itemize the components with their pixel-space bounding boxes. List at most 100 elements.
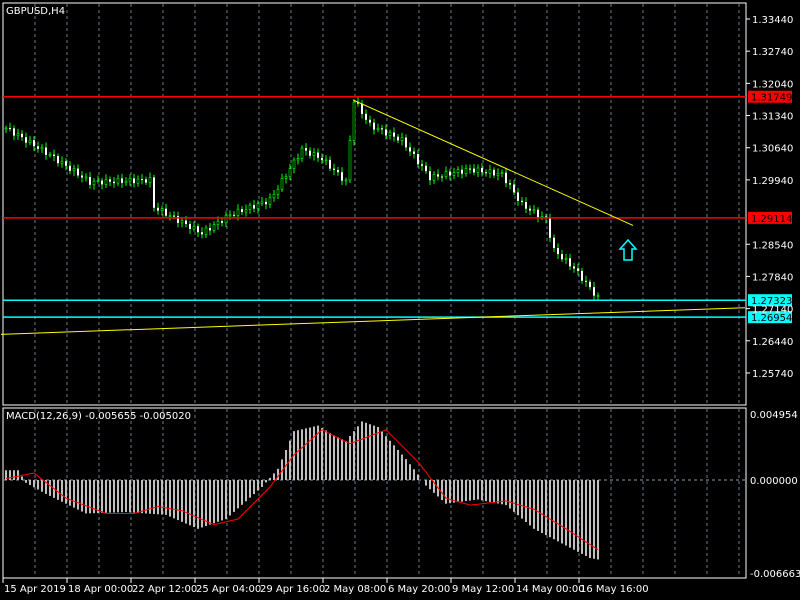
candle-body — [393, 132, 395, 137]
candle-body — [441, 176, 443, 178]
candle-body — [153, 177, 155, 208]
candle-body — [464, 168, 468, 175]
candle-body — [385, 129, 387, 136]
candle-body — [113, 181, 115, 184]
candle-body — [224, 215, 228, 224]
candle-body — [397, 136, 399, 141]
candle-body — [305, 148, 307, 151]
candle-body — [212, 224, 216, 231]
price-pane — [0, 95, 746, 335]
candle-body — [9, 127, 11, 129]
candle-body — [469, 168, 471, 170]
time-tick-label: 22 Apr 12:00 — [132, 584, 197, 595]
candle-body — [121, 178, 123, 183]
candle-body — [432, 174, 436, 181]
candle-body — [589, 281, 591, 288]
up-arrow-icon — [618, 238, 638, 261]
candle-body — [81, 175, 83, 178]
grid — [4, 4, 745, 577]
candle-body — [77, 168, 79, 176]
candle-body — [373, 122, 375, 130]
candle-body — [65, 161, 67, 166]
candle-body — [329, 159, 331, 169]
candle-body — [500, 172, 504, 174]
chart-window[interactable]: 1.31749 1.29114 1.27323 1.26954 1.33440 1.327… — [0, 0, 800, 600]
candle-body — [136, 178, 140, 184]
candle-body — [525, 202, 527, 209]
time-tick-label: 15 Apr 2019 — [4, 584, 66, 595]
candle-body — [337, 169, 339, 173]
candle-body — [333, 168, 335, 170]
candle-body — [204, 227, 208, 235]
candle-body — [361, 103, 363, 114]
candle-body — [72, 168, 76, 172]
main-pane-border — [2, 2, 747, 406]
candle-body — [260, 201, 264, 204]
time-tick-label: 29 Apr 16:00 — [260, 584, 325, 595]
candle-body — [104, 179, 108, 185]
candle-body — [201, 232, 203, 235]
candle-body — [569, 258, 571, 267]
candle-body — [296, 158, 300, 161]
candle-body — [532, 209, 536, 212]
price-tick-label: 1.31340 — [752, 112, 793, 123]
candle-body — [216, 220, 220, 226]
candle-body — [192, 225, 196, 230]
macd-pane — [5, 421, 599, 560]
candle-body — [561, 254, 563, 260]
candle-body — [145, 179, 147, 183]
price-tick-label: 1.29940 — [752, 176, 793, 187]
candle-body — [581, 270, 583, 281]
candle-body — [505, 172, 507, 184]
candle-body — [537, 209, 539, 218]
candle-body — [405, 137, 407, 148]
candle-body — [476, 167, 480, 173]
price-tick-label: 1.27840 — [752, 272, 793, 283]
candle-body — [89, 176, 91, 185]
candle-body — [124, 180, 128, 184]
candle-body — [128, 178, 132, 182]
candle-body — [577, 268, 579, 271]
candle-body — [444, 171, 448, 178]
candle-body — [300, 147, 304, 159]
candle-body — [209, 227, 211, 231]
candle-body — [173, 215, 175, 217]
macd-tick-label: -0.006663 — [750, 569, 800, 580]
candle-body — [496, 173, 500, 176]
candle-body — [341, 172, 343, 181]
candle-body — [425, 165, 427, 172]
candle-body — [321, 157, 323, 161]
chart-canvas[interactable]: 1.317491.291141.273231.269541.334401.327… — [0, 0, 800, 600]
candle-body — [549, 218, 551, 238]
candle-body — [228, 214, 232, 217]
candle-body — [557, 248, 559, 255]
candle-body — [92, 180, 96, 186]
candle-body — [452, 172, 456, 176]
candle-body — [400, 137, 404, 141]
candle-body — [553, 237, 555, 249]
candle-body — [241, 209, 243, 213]
price-tick-label: 1.27140 — [752, 305, 793, 316]
candle-body — [276, 188, 280, 195]
candle-body — [529, 208, 531, 211]
price-tick-label: 1.33440 — [752, 15, 793, 26]
price-tick-label: 1.32740 — [752, 47, 793, 58]
candle-body — [60, 160, 64, 164]
candle-body — [221, 221, 223, 223]
candle-body — [177, 215, 179, 223]
candle-body — [53, 154, 55, 157]
candle-body — [101, 180, 103, 185]
candle-body — [513, 184, 515, 193]
candle-body — [521, 200, 523, 203]
candle-body — [157, 207, 159, 211]
candle-body — [481, 167, 483, 173]
candle-body — [16, 133, 20, 136]
time-tick-label: 16 May 16:00 — [580, 584, 649, 595]
price-tick-label: 1.28540 — [752, 240, 793, 251]
candle-body — [69, 165, 71, 171]
candle-body — [288, 168, 292, 178]
macd-tick-label: 0.004954 — [750, 410, 798, 421]
price-tick-label: 1.30640 — [752, 144, 793, 155]
price-level-label: 1.29114 — [751, 214, 792, 225]
candle-body — [417, 153, 419, 165]
